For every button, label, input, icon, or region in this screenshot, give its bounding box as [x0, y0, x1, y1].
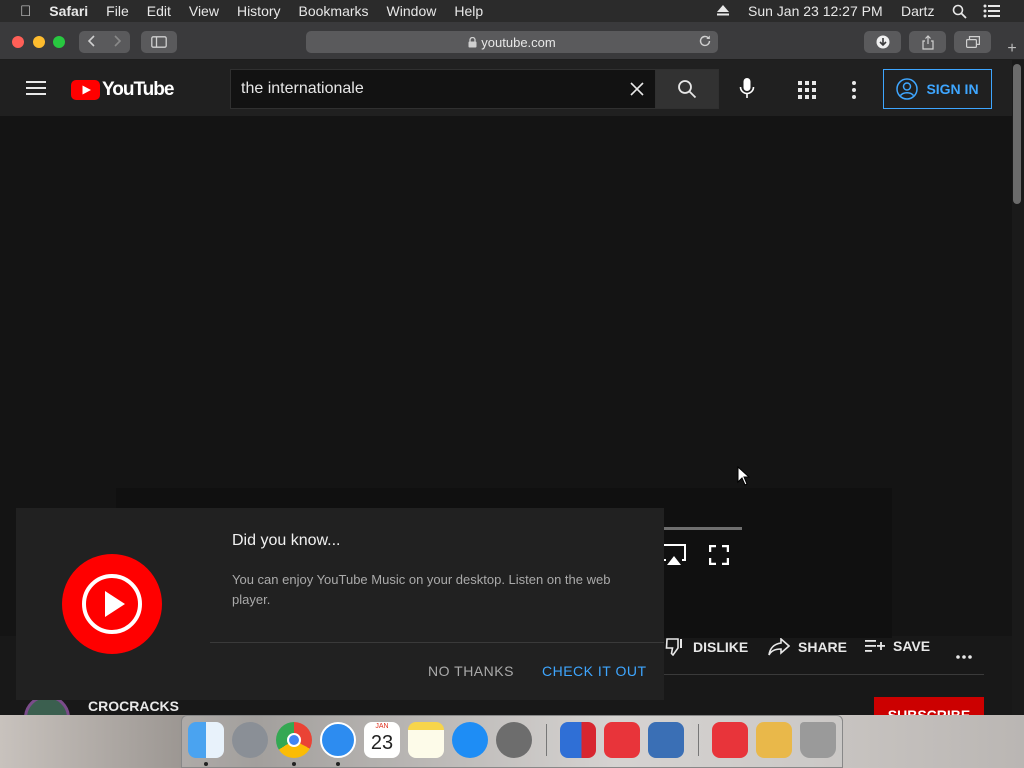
virtualbox-icon[interactable]	[648, 722, 684, 758]
thumbs-down-icon	[665, 638, 682, 656]
search-icon	[678, 80, 697, 99]
back-button[interactable]	[87, 34, 97, 50]
menu-window[interactable]: Window	[387, 3, 437, 19]
address-bar[interactable]: youtube.com	[306, 31, 718, 53]
menu-app-name[interactable]: Safari	[49, 3, 88, 19]
system-preferences-icon[interactable]	[496, 722, 532, 758]
menu-edit[interactable]: Edit	[147, 3, 171, 19]
youtube-header: YouTube the internationale SIGN IN	[0, 60, 1012, 116]
youtube-play-logo-icon	[71, 80, 100, 100]
safari-icon[interactable]	[320, 722, 356, 758]
dock-separator	[546, 724, 547, 756]
check-it-out-button[interactable]: CHECK IT OUT	[542, 663, 647, 679]
dock-separator-2	[698, 724, 699, 756]
archive-utility-icon[interactable]	[756, 722, 792, 758]
youtube-logo-text: YouTube	[102, 79, 174, 100]
zoom-window-button[interactable]	[53, 36, 65, 48]
search-input[interactable]: the internationale	[230, 69, 656, 109]
reload-icon[interactable]	[698, 34, 712, 51]
progress-bar[interactable]	[664, 527, 742, 530]
share-page-button[interactable]	[909, 31, 946, 53]
share-button[interactable]: SHARE	[768, 638, 847, 656]
subscribe-button[interactable]: SUBSCRIBE	[874, 697, 984, 715]
close-window-button[interactable]	[12, 36, 24, 48]
finder-icon[interactable]	[188, 722, 224, 758]
apps-grid-icon[interactable]	[798, 81, 816, 104]
calendar-month: JAN	[375, 723, 389, 730]
parallels-icon[interactable]	[560, 722, 596, 758]
back-forward-buttons	[79, 31, 130, 53]
youtube-logo[interactable]: YouTube	[71, 79, 174, 101]
fullscreen-icon[interactable]	[708, 544, 730, 570]
dislike-button[interactable]: DISLIKE	[665, 638, 748, 656]
clear-search-icon[interactable]	[630, 82, 644, 101]
divider	[664, 674, 984, 675]
mouse-cursor-icon	[737, 465, 751, 491]
save-label: SAVE	[893, 638, 931, 654]
forward-button[interactable]	[112, 34, 122, 50]
app-store-icon[interactable]	[452, 722, 488, 758]
menu-file[interactable]: File	[106, 3, 129, 19]
calendar-day: 23	[370, 732, 394, 754]
scrollbar-thumb[interactable]	[1013, 64, 1021, 204]
share-arrow-icon	[768, 638, 790, 656]
sidebar-icon	[151, 36, 167, 48]
share-icon	[921, 34, 934, 50]
anydesk-download-icon[interactable]	[712, 722, 748, 758]
more-options-icon[interactable]	[852, 81, 856, 104]
url-text: youtube.com	[481, 34, 556, 50]
channel-name[interactable]: CROCRACKS	[88, 698, 179, 714]
finder-running-indicator	[204, 762, 208, 766]
search-button[interactable]	[655, 69, 719, 109]
dislike-label: DISLIKE	[693, 639, 749, 655]
trash-icon[interactable]	[800, 722, 836, 758]
youtube-music-logo-icon	[62, 554, 162, 654]
promo-title: Did you know...	[232, 532, 341, 549]
menu-clock[interactable]: Sun Jan 23 12:27 PM	[748, 3, 883, 19]
menu-help[interactable]: Help	[454, 3, 483, 19]
sign-in-label: SIGN IN	[926, 81, 979, 97]
youtube-music-promo-dialog: Did you know... You can enjoy YouTube Mu…	[16, 508, 664, 700]
downloads-button[interactable]	[864, 31, 901, 53]
control-center-icon[interactable]	[983, 4, 1001, 21]
microphone-icon[interactable]	[739, 77, 755, 106]
anydesk-icon[interactable]	[604, 722, 640, 758]
lock-icon	[468, 36, 477, 47]
menu-user[interactable]: Dartz	[901, 3, 934, 19]
airplay-icon[interactable]	[662, 544, 686, 571]
safari-running-indicator	[336, 762, 340, 766]
save-button[interactable]: SAVE	[865, 638, 930, 654]
add-to-playlist-icon	[865, 640, 885, 652]
tab-overview-button[interactable]	[954, 31, 991, 53]
sidebar-toggle-button[interactable]	[141, 31, 177, 53]
search-input-value: the internationale	[241, 80, 364, 97]
subscribe-label: SUBSCRIBE	[887, 707, 971, 715]
promo-body: You can enjoy YouTube Music on your desk…	[232, 572, 611, 607]
promo-divider	[210, 642, 664, 643]
menu-history[interactable]: History	[237, 3, 281, 19]
launchpad-icon[interactable]	[232, 722, 268, 758]
eject-icon[interactable]	[716, 3, 730, 19]
chrome-icon[interactable]	[276, 722, 312, 758]
chrome-running-indicator	[292, 762, 296, 766]
menu-view[interactable]: View	[189, 3, 219, 19]
menu-hamburger-icon[interactable]	[26, 80, 46, 101]
new-tab-icon[interactable]: +	[1004, 41, 1020, 57]
menu-bar:  Safari File Edit View History Bookmark…	[0, 0, 1024, 22]
calendar-icon[interactable]: JAN 23	[364, 722, 400, 758]
download-icon	[876, 35, 889, 49]
minimize-window-button[interactable]	[33, 36, 45, 48]
notes-icon[interactable]	[408, 722, 444, 758]
spotlight-search-icon[interactable]	[952, 4, 967, 22]
no-thanks-button[interactable]: NO THANKS	[428, 663, 514, 679]
tabs-icon	[965, 36, 980, 48]
sign-in-button[interactable]: SIGN IN	[883, 69, 992, 109]
more-actions-icon[interactable]	[956, 646, 972, 664]
menu-bookmarks[interactable]: Bookmarks	[299, 3, 369, 19]
share-label: SHARE	[798, 639, 848, 655]
account-icon	[896, 78, 919, 100]
apple-menu-icon[interactable]: 	[20, 3, 31, 20]
